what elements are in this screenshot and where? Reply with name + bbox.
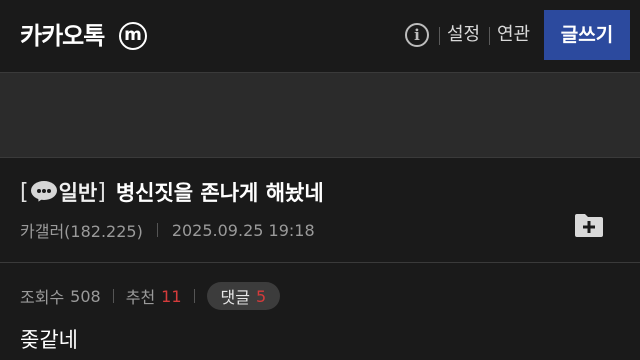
minor-gallery-icon: m	[119, 22, 147, 50]
comments-label: 댓글	[220, 288, 250, 307]
divider	[156, 223, 158, 237]
views-label: 조회수	[20, 288, 65, 307]
post-stats: 조회수 508 추천 11 댓글 5	[20, 281, 281, 311]
gallery-title[interactable]: 카카오톡	[20, 21, 105, 51]
divider	[193, 289, 195, 303]
views-count: 508	[70, 286, 101, 306]
divider	[489, 27, 490, 45]
section-divider	[0, 262, 640, 263]
divider	[439, 27, 440, 45]
post-title: 병신짓을 존나게 해놨네	[115, 181, 324, 205]
post-category: 일반	[58, 181, 98, 205]
app-header: 카카오톡 m i 설정 연관 글쓰기	[0, 0, 640, 72]
info-icon[interactable]: i	[405, 23, 429, 47]
post-body: 좆같네	[20, 328, 78, 352]
chat-bubble-icon	[30, 181, 57, 204]
related-link[interactable]: 연관	[497, 23, 530, 47]
divider	[112, 289, 114, 303]
recommend-label: 추천	[125, 288, 156, 307]
post-date: 2025.09.25 19:18	[171, 220, 315, 240]
recommend-count: 11	[161, 286, 182, 306]
post-author[interactable]: 카갤러(182.225)	[20, 218, 143, 242]
comments-count: 5	[255, 286, 267, 306]
post-title-row: [ 일반 ] 병신짓을 존나게 해놨네	[20, 178, 324, 206]
folder-add-icon[interactable]	[574, 212, 604, 238]
comments-button[interactable]: 댓글 5	[206, 282, 281, 310]
ad-banner	[0, 72, 640, 158]
bracket-open: [	[20, 179, 29, 205]
post-meta: 카갤러(182.225) 2025.09.25 19:18	[20, 218, 315, 242]
settings-link[interactable]: 설정	[447, 23, 480, 47]
write-button[interactable]: 글쓰기	[544, 10, 630, 60]
bracket-close: ]	[97, 179, 106, 205]
